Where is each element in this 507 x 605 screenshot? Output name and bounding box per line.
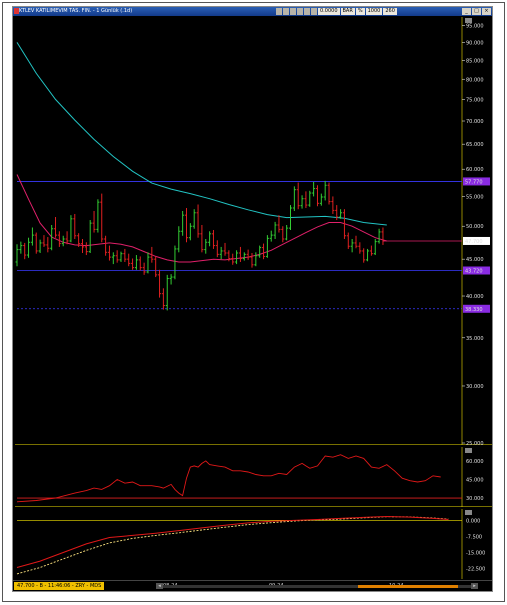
toolbar-button[interactable] xyxy=(297,8,303,15)
status-bar: 47.700 - B - 11:46:06 - ZRY - MDS 08-24 … xyxy=(13,580,492,591)
macd-panel[interactable]: 0.000 -7.500 -15.000 -22.500 xyxy=(15,509,492,579)
macd-tick-label: -15.000 xyxy=(466,551,485,557)
price-tick-label: 35.000 xyxy=(466,336,484,342)
level-label: 57.770 xyxy=(465,179,483,185)
level-label: 38.330 xyxy=(465,307,483,313)
price-tick-label: 40.000 xyxy=(466,294,484,300)
toolbar-field-scale[interactable]: % xyxy=(355,8,365,15)
macd-menu-button xyxy=(465,510,472,515)
toolbar-field-bars[interactable]: 1000 xyxy=(365,8,383,15)
close-button[interactable]: × xyxy=(482,8,491,15)
price-tick-label: 30.000 xyxy=(466,384,484,390)
toolbar-button[interactable] xyxy=(290,8,296,15)
toolbar-button[interactable] xyxy=(276,8,282,15)
rsi-line xyxy=(16,454,441,503)
macd-tick-label: -7.500 xyxy=(466,534,482,540)
price-tick-label: 70.000 xyxy=(466,119,484,125)
rsi-tick-label: 45.000 xyxy=(466,477,484,483)
toolbar-button[interactable] xyxy=(283,8,289,15)
price-tick-label: 45.000 xyxy=(466,257,484,263)
scroll-right-button[interactable]: ▸ xyxy=(471,583,478,589)
scroll-left-button[interactable]: ◂ xyxy=(156,583,163,589)
toolbar-button[interactable] xyxy=(304,8,310,15)
last-price-label: 47.700 xyxy=(465,239,483,245)
toolbar-field-offset[interactable]: 0.0000 xyxy=(318,8,340,15)
rsi-panel[interactable]: 60.000 45.000 30.000 xyxy=(15,447,492,507)
price-tick-label: 50.000 xyxy=(466,224,484,230)
window-title: KTLEV KATILIMEVIM TAS. FIN. - 1 Günlük (… xyxy=(19,8,133,14)
status-info: 47.700 - B - 11:46:06 - ZRY - MDS xyxy=(14,582,105,590)
price-tick-label: 90.000 xyxy=(466,40,484,46)
minimize-button[interactable]: _ xyxy=(462,8,471,15)
price-tick-label: 95.000 xyxy=(466,24,484,30)
chart-toolbar: 0.0000 BAR % 1000 260 xyxy=(276,8,397,15)
macd-tick-label: -22.500 xyxy=(466,567,485,573)
maximize-button[interactable]: □ xyxy=(472,8,481,15)
macd-line xyxy=(16,515,449,568)
price-tick-label: 55.000 xyxy=(466,194,484,200)
rsi-tick-label: 60.000 xyxy=(466,459,484,465)
price-panel[interactable]: 95.000 90.000 85.000 80.000 75.000 70.000 65.0… xyxy=(15,17,492,445)
panel-menu-button xyxy=(465,18,472,23)
scrollbar-thumb[interactable] xyxy=(358,585,458,588)
title-bar[interactable]: KTLEV KATILIMEVIM TAS. FIN. - 1 Günlük (… xyxy=(13,7,492,16)
price-tick-label: 65.000 xyxy=(466,142,484,148)
rsi-menu-button xyxy=(465,448,472,453)
macd-tick-label: 0.000 xyxy=(466,518,480,524)
chart-window: KTLEV KATILIMEVIM TAS. FIN. - 1 Günlük (… xyxy=(12,6,493,592)
toolbar-field-visible[interactable]: 260 xyxy=(383,8,397,15)
level-label: 43.720 xyxy=(465,269,483,275)
rsi-tick-label: 30.000 xyxy=(466,496,484,502)
price-tick-label: 85.000 xyxy=(466,58,484,64)
toolbar-button[interactable] xyxy=(311,8,317,15)
toolbar-field-type[interactable]: BAR xyxy=(340,8,355,15)
price-tick-label: 80.000 xyxy=(466,77,484,83)
price-tick-label: 75.000 xyxy=(466,97,484,103)
ma-long-line xyxy=(16,42,387,226)
price-tick-label: 25.000 xyxy=(466,441,484,445)
price-tick-label: 60.000 xyxy=(466,167,484,173)
